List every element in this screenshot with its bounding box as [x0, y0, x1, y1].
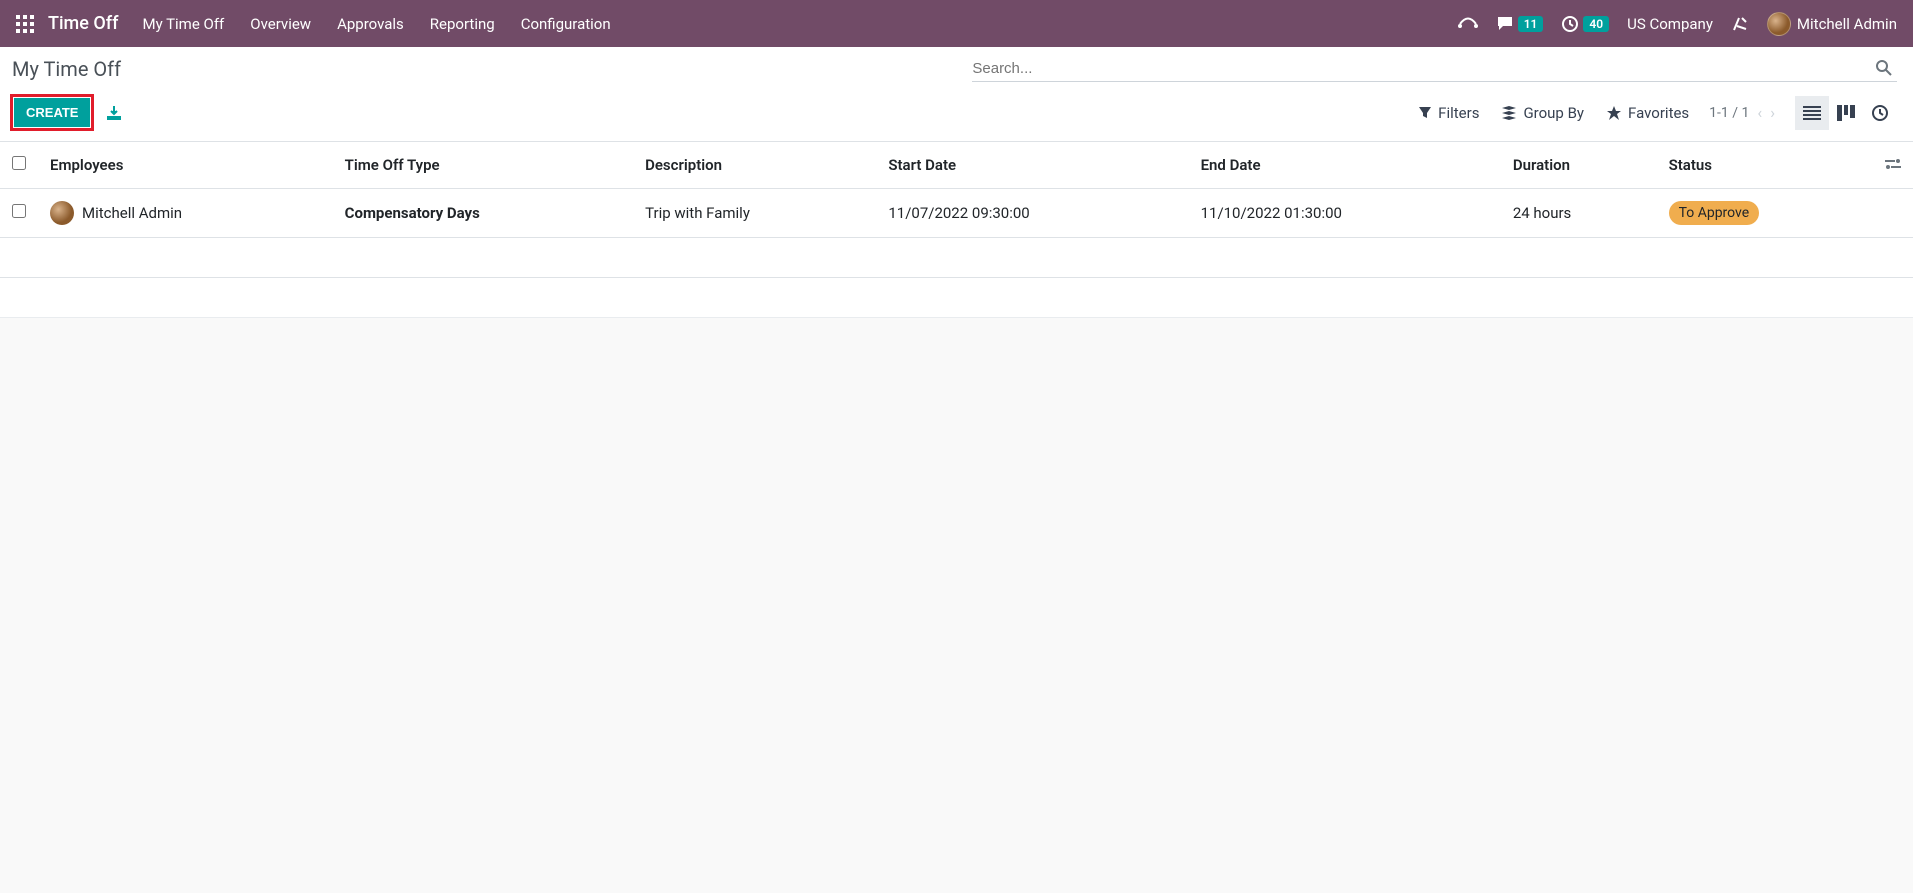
col-type[interactable]: Time Off Type [333, 142, 633, 189]
cell-end-date: 11/10/2022 01:30:00 [1189, 189, 1501, 238]
favorites-label: Favorites [1628, 104, 1689, 122]
company-selector[interactable]: US Company [1627, 15, 1713, 33]
groupby-button[interactable]: Group By [1501, 104, 1584, 122]
col-start-date[interactable]: Start Date [876, 142, 1188, 189]
control-panel: My Time Off Create Filters Group By [0, 47, 1913, 142]
search-bar[interactable] [972, 57, 1897, 82]
spacer-band [0, 278, 1913, 318]
activity-view-button[interactable] [1863, 96, 1897, 130]
pager-next[interactable]: › [1770, 103, 1775, 122]
nav-configuration[interactable]: Configuration [521, 15, 611, 33]
create-button-highlight: Create [10, 94, 94, 131]
page-title: My Time Off [10, 57, 121, 81]
user-name: Mitchell Admin [1797, 15, 1897, 33]
col-end-date[interactable]: End Date [1189, 142, 1501, 189]
list-view-button[interactable] [1795, 96, 1829, 130]
col-duration[interactable]: Duration [1501, 142, 1657, 189]
nav-reporting[interactable]: Reporting [430, 15, 495, 33]
records-table: Employees Time Off Type Description Star… [0, 142, 1913, 238]
employee-avatar [50, 201, 74, 225]
favorites-button[interactable]: Favorites [1606, 104, 1689, 122]
view-switch [1795, 96, 1897, 130]
kanban-view-button[interactable] [1829, 96, 1863, 130]
cell-start-date: 11/07/2022 09:30:00 [876, 189, 1188, 238]
table-row[interactable]: Mitchell Admin Compensatory Days Trip wi… [0, 189, 1913, 238]
filters-label: Filters [1438, 104, 1479, 122]
debug-icon[interactable] [1731, 15, 1749, 33]
groupby-label: Group By [1523, 104, 1584, 122]
row-checkbox[interactable] [12, 204, 26, 218]
select-all-checkbox[interactable] [12, 156, 26, 170]
cell-description: Trip with Family [633, 189, 876, 238]
col-employees[interactable]: Employees [38, 142, 333, 189]
employee-name: Mitchell Admin [82, 204, 182, 222]
table-footer-band [0, 238, 1913, 278]
support-icon[interactable] [1458, 17, 1478, 31]
nav-overview[interactable]: Overview [250, 15, 311, 33]
messages-icon[interactable]: 11 [1496, 15, 1544, 33]
search-input[interactable] [972, 60, 1871, 77]
filters-button[interactable]: Filters [1418, 104, 1479, 122]
import-icon[interactable] [106, 105, 122, 121]
nav-links: My Time Off Overview Approvals Reporting… [142, 15, 610, 33]
cell-duration: 24 hours [1501, 189, 1657, 238]
create-button[interactable]: Create [14, 98, 90, 127]
col-status[interactable]: Status [1657, 142, 1873, 189]
nav-approvals[interactable]: Approvals [337, 15, 404, 33]
activities-badge: 40 [1583, 16, 1609, 32]
activities-icon[interactable]: 40 [1561, 15, 1609, 33]
pager-prev[interactable]: ‹ [1757, 103, 1762, 122]
user-menu[interactable]: Mitchell Admin [1767, 12, 1897, 36]
avatar [1767, 12, 1791, 36]
pager: 1-1 / 1 ‹ › [1709, 103, 1775, 122]
table-header-row: Employees Time Off Type Description Star… [0, 142, 1913, 189]
col-description[interactable]: Description [633, 142, 876, 189]
pager-text: 1-1 / 1 [1709, 105, 1749, 121]
status-badge: To Approve [1669, 201, 1760, 225]
top-navbar: Time Off My Time Off Overview Approvals … [0, 0, 1913, 47]
cell-type: Compensatory Days [333, 189, 633, 238]
messages-badge: 11 [1518, 16, 1544, 32]
apps-icon[interactable] [16, 15, 34, 33]
app-brand[interactable]: Time Off [48, 13, 118, 34]
optional-columns-button[interactable] [1873, 142, 1913, 189]
nav-my-time-off[interactable]: My Time Off [142, 15, 224, 33]
search-icon[interactable] [1871, 59, 1897, 77]
